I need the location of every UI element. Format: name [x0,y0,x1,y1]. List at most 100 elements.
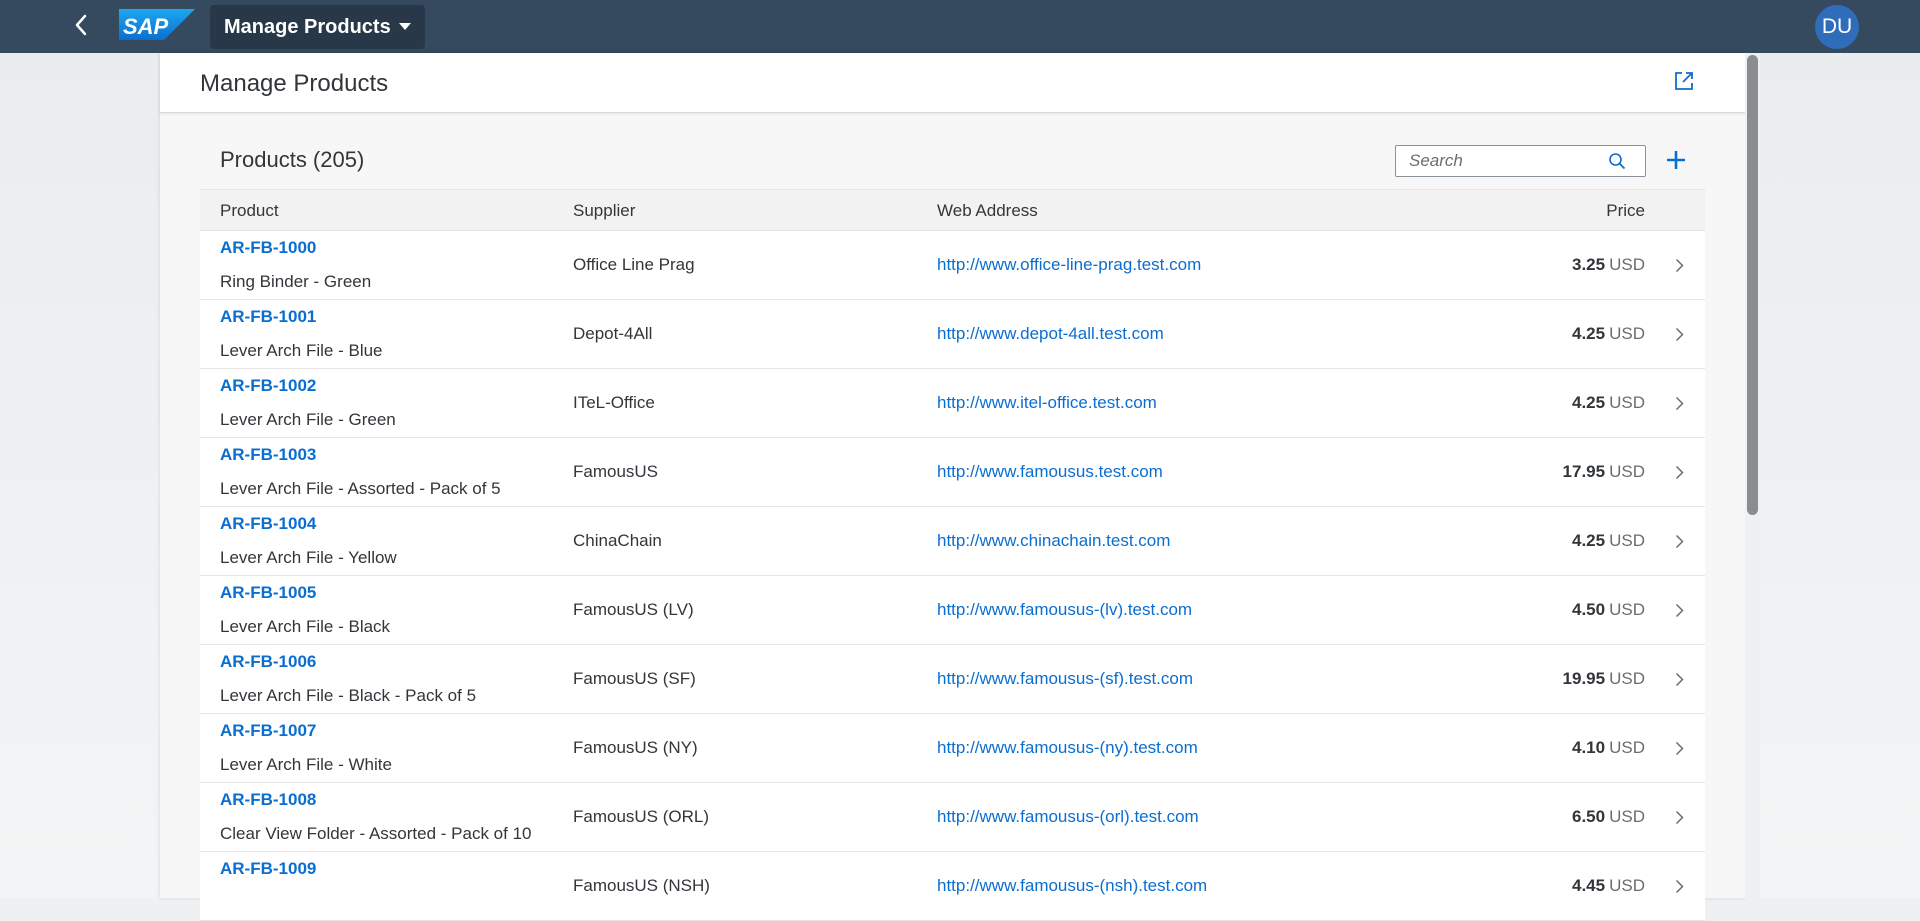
price-currency: USD [1609,807,1645,826]
chevron-right-icon[interactable] [1671,876,1687,896]
sap-logo[interactable]: SAP [119,9,195,40]
supplier-name: FamousUS (ORL) [573,807,710,826]
price: 4.25 USD [1572,393,1645,413]
product-id-link[interactable]: AR-FB-1003 [220,445,316,465]
chevron-right-icon[interactable] [1671,807,1687,827]
web-address-link[interactable]: http://www.famousus-(sf).test.com [937,669,1193,689]
column-header-price[interactable]: Price [1606,201,1645,221]
supplier-name: Depot-4All [573,324,653,343]
price-amount: 4.10 [1572,738,1606,757]
product-id-link[interactable]: AR-FB-1007 [220,721,316,741]
chevron-right-icon[interactable] [1671,255,1687,275]
price-amount: 19.95 [1562,669,1606,688]
table-row[interactable]: AR-FB-1007 Lever Arch File - White FamousU… [200,714,1705,783]
column-header-supplier[interactable]: Supplier [573,201,635,221]
product-id-link[interactable]: AR-FB-1005 [220,583,316,603]
product-id-link[interactable]: AR-FB-1001 [220,307,316,327]
search-icon[interactable] [1601,146,1633,176]
supplier-name: ChinaChain [573,531,662,550]
product-name: Ring Binder - Green [220,272,372,291]
web-address-link[interactable]: http://www.famousus-(lv).test.com [937,600,1192,620]
chevron-right-icon[interactable] [1671,600,1687,620]
page-header: Manage Products [160,53,1745,113]
chevron-left-icon [74,14,88,41]
app-title: Manage Products [224,15,391,38]
supplier-name: Office Line Prag [573,255,695,274]
price: 3.25 USD [1572,255,1645,275]
chevron-right-icon[interactable] [1671,669,1687,689]
table-row[interactable]: AR-FB-1002 Lever Arch File - Green ITeL-Of… [200,369,1705,438]
page-title: Manage Products [200,70,389,97]
price-amount: 4.45 [1572,876,1606,895]
column-header-web-address[interactable]: Web Address [937,201,1038,221]
table-row[interactable]: AR-FB-1000 Ring Binder - Green Office Line… [200,231,1705,300]
product-id-link[interactable]: AR-FB-1008 [220,790,316,810]
share-button[interactable] [1670,69,1698,97]
search-input[interactable] [1396,150,1601,172]
product-id-link[interactable]: AR-FB-1000 [220,238,316,258]
web-address-link[interactable]: http://www.itel-office.test.com [937,393,1157,413]
chevron-right-icon[interactable] [1671,531,1687,551]
web-address-link[interactable]: http://www.famousus-(nsh).test.com [937,876,1207,896]
column-header-product[interactable]: Product [220,201,279,221]
product-name: Lever Arch File - Black [220,617,391,636]
price-amount: 6.50 [1572,807,1606,826]
price: 17.95 USD [1563,462,1645,482]
table-row[interactable]: AR-FB-1006 Lever Arch File - Black - Pack… [200,645,1705,714]
table-row[interactable]: AR-FB-1008 Clear View Folder - Assorted -… [200,783,1705,852]
price-currency: USD [1609,531,1645,550]
product-name: Lever Arch File - Green [220,410,396,429]
web-address-link[interactable]: http://www.famousus.test.com [937,462,1163,482]
table-title: Products (205) [220,147,365,172]
add-product-button[interactable] [1660,146,1692,178]
user-avatar[interactable]: DU [1815,5,1859,49]
price-currency: USD [1609,393,1645,412]
table-toolbar: Products (205) [200,135,1705,189]
table-row[interactable]: AR-FB-1003 Lever Arch File - Assorted - P… [200,438,1705,507]
supplier-name: ITeL-Office [573,393,655,412]
web-address-link[interactable]: http://www.office-line-prag.test.com [937,255,1201,275]
product-name: Lever Arch File - Assorted - Pack of 5 [220,479,501,498]
chevron-right-icon[interactable] [1671,393,1687,413]
product-id-link[interactable]: AR-FB-1002 [220,376,316,396]
price-currency: USD [1609,600,1645,619]
chevron-right-icon[interactable] [1671,738,1687,758]
table-header: Product Supplier Web Address Price [200,189,1705,231]
search-field[interactable] [1395,145,1646,177]
scrollbar-thumb[interactable] [1747,55,1758,515]
web-address-link[interactable]: http://www.famousus-(ny).test.com [937,738,1198,758]
product-name: Lever Arch File - White [220,755,392,774]
web-address-link[interactable]: http://www.chinachain.test.com [937,531,1170,551]
plus-icon [1666,150,1686,175]
price: 4.10 USD [1572,738,1645,758]
supplier-name: FamousUS (NY) [573,738,698,757]
table-body: AR-FB-1000 Ring Binder - Green Office Line… [200,231,1705,921]
product-id-link[interactable]: AR-FB-1009 [220,859,316,879]
table-row[interactable]: AR-FB-1009 FamousUS (NSH) http://www.famou… [200,852,1705,921]
product-name: Lever Arch File - Black - Pack of 5 [220,686,477,705]
caret-down-icon [398,18,411,36]
chevron-right-icon[interactable] [1671,324,1687,344]
supplier-name: FamousUS (LV) [573,600,694,619]
supplier-name: FamousUS (SF) [573,669,696,688]
price-currency: USD [1609,255,1645,274]
supplier-name: FamousUS [573,462,659,481]
product-id-link[interactable]: AR-FB-1006 [220,652,316,672]
price: 4.25 USD [1572,324,1645,344]
supplier-name: FamousUS (NSH) [573,876,710,895]
product-name: Lever Arch File - Yellow [220,548,397,567]
web-address-link[interactable]: http://www.depot-4all.test.com [937,324,1164,344]
price-currency: USD [1609,738,1645,757]
table-row[interactable]: AR-FB-1001 Lever Arch File - Blue Depot-4A… [200,300,1705,369]
price-amount: 4.25 [1572,393,1606,412]
price: 4.50 USD [1572,600,1645,620]
price-amount: 4.25 [1572,324,1606,343]
chevron-right-icon[interactable] [1671,462,1687,482]
table-row[interactable]: AR-FB-1004 Lever Arch File - Yellow ChinaC… [200,507,1705,576]
web-address-link[interactable]: http://www.famousus-(orl).test.com [937,807,1199,827]
product-id-link[interactable]: AR-FB-1004 [220,514,316,534]
back-button[interactable] [66,12,96,42]
price-currency: USD [1609,876,1645,895]
app-title-menu-button[interactable]: Manage Products [210,5,425,49]
table-row[interactable]: AR-FB-1005 Lever Arch File - Black FamousU… [200,576,1705,645]
